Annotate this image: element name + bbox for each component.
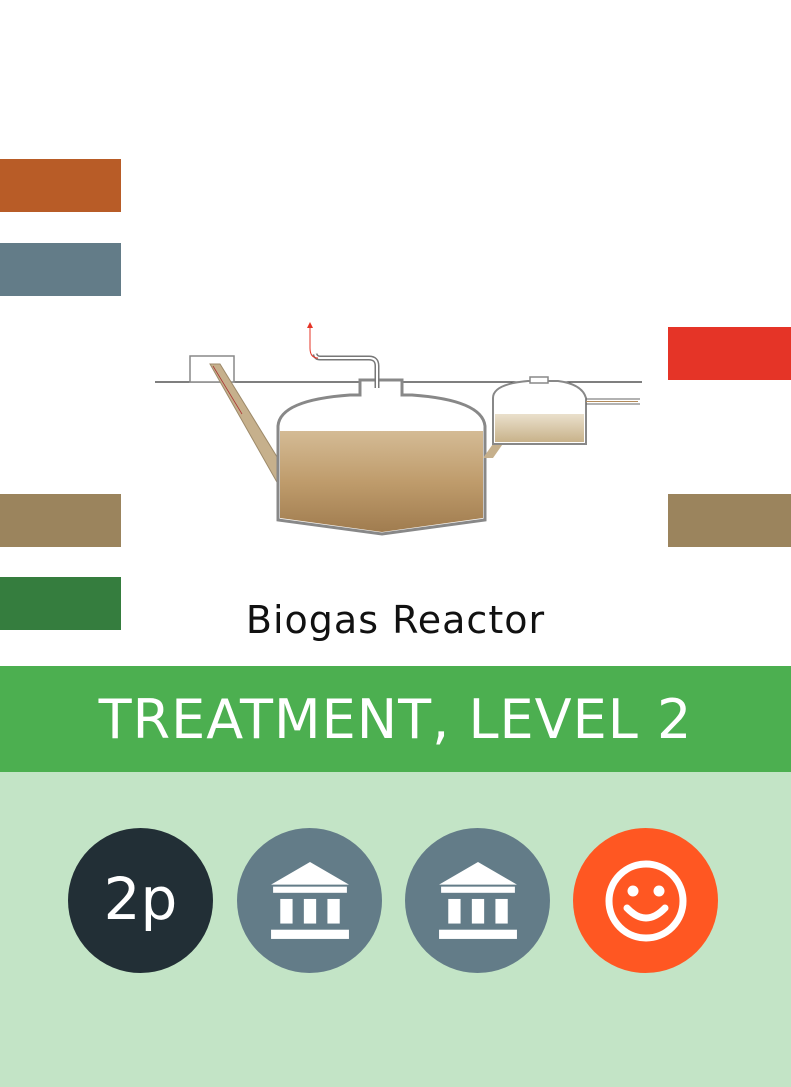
persons-badge: 2p <box>68 828 213 973</box>
output-tab-effluent <box>668 494 791 547</box>
institution-badge-1 <box>237 828 382 973</box>
smiley-icon <box>605 860 686 941</box>
input-tab-greywater <box>0 243 121 296</box>
acceptance-badge <box>573 828 718 973</box>
biogas-reactor-diagram <box>155 322 642 536</box>
institution-icon <box>270 861 349 939</box>
input-tab-excreta <box>0 159 121 212</box>
category-banner: TREATMENT, LEVEL 2 <box>0 666 791 772</box>
output-tab-biogas <box>668 327 791 380</box>
institution-icon <box>438 861 517 939</box>
institution-badge-2 <box>405 828 550 973</box>
input-tab-blackwater <box>0 494 121 547</box>
persons-badge-label: 2p <box>103 864 178 933</box>
technology-title: Biogas Reactor <box>245 598 546 642</box>
category-banner-label: TREATMENT, LEVEL 2 <box>98 687 693 751</box>
